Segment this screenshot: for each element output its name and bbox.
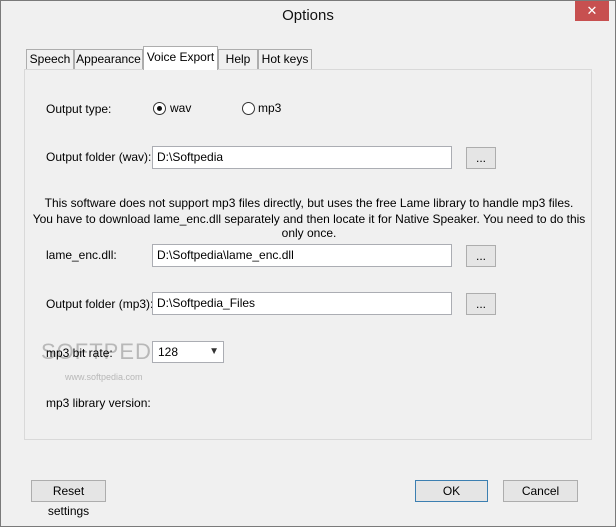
mp3-radio[interactable] (242, 102, 255, 115)
output-folder-wav-label: Output folder (wav): (46, 150, 152, 164)
bitrate-label: mp3 bit rate: (46, 346, 113, 360)
tab-speech[interactable]: Speech (26, 49, 74, 69)
cancel-button[interactable]: Cancel (503, 480, 578, 502)
mp3-note-line1: This software does not support mp3 files… (44, 196, 574, 210)
tab-voice-export[interactable]: Voice Export (143, 46, 218, 70)
lame-enc-label: lame_enc.dll: (46, 248, 117, 262)
tab-help[interactable]: Help (218, 49, 258, 69)
output-folder-mp3-label: Output folder (mp3): (46, 297, 154, 311)
wav-radio[interactable] (153, 102, 166, 115)
ok-button[interactable]: OK (415, 480, 488, 502)
wav-radio-label[interactable]: wav (170, 101, 191, 115)
window-title: Options (282, 7, 334, 24)
bitrate-select[interactable]: 128 ▼ (152, 341, 224, 363)
output-folder-mp3-field[interactable]: D:\Softpedia_Files (152, 292, 452, 315)
mp3-radio-label[interactable]: mp3 (258, 101, 281, 115)
bitrate-value: 128 (158, 345, 179, 359)
tab-hot-keys[interactable]: Hot keys (258, 49, 312, 69)
browse-lame-enc-button[interactable]: ... (466, 245, 496, 267)
options-dialog: Options ✕ Speech Appearance Voice Export… (0, 0, 616, 527)
library-version-label: mp3 library version: (46, 396, 151, 410)
lame-enc-field[interactable]: D:\Softpedia\lame_enc.dll (152, 244, 452, 267)
output-folder-wav-field[interactable]: D:\Softpedia (152, 146, 452, 169)
softpedia-watermark-url: www.softpedia.com (65, 372, 143, 382)
close-button[interactable]: ✕ (575, 1, 609, 21)
chevron-down-icon: ▼ (209, 346, 219, 357)
title-bar: Options ✕ (1, 1, 615, 31)
browse-wav-button[interactable]: ... (466, 147, 496, 169)
tab-appearance[interactable]: Appearance (74, 49, 143, 69)
mp3-note-line2: You have to download lame_enc.dll separa… (32, 212, 586, 240)
browse-mp3-button[interactable]: ... (466, 293, 496, 315)
voice-export-panel: Output type: wav mp3 Output folder (wav)… (24, 69, 592, 440)
radio-selected-dot (157, 106, 162, 111)
output-type-label: Output type: (46, 102, 112, 116)
reset-settings-button[interactable]: Reset settings (31, 480, 106, 518)
